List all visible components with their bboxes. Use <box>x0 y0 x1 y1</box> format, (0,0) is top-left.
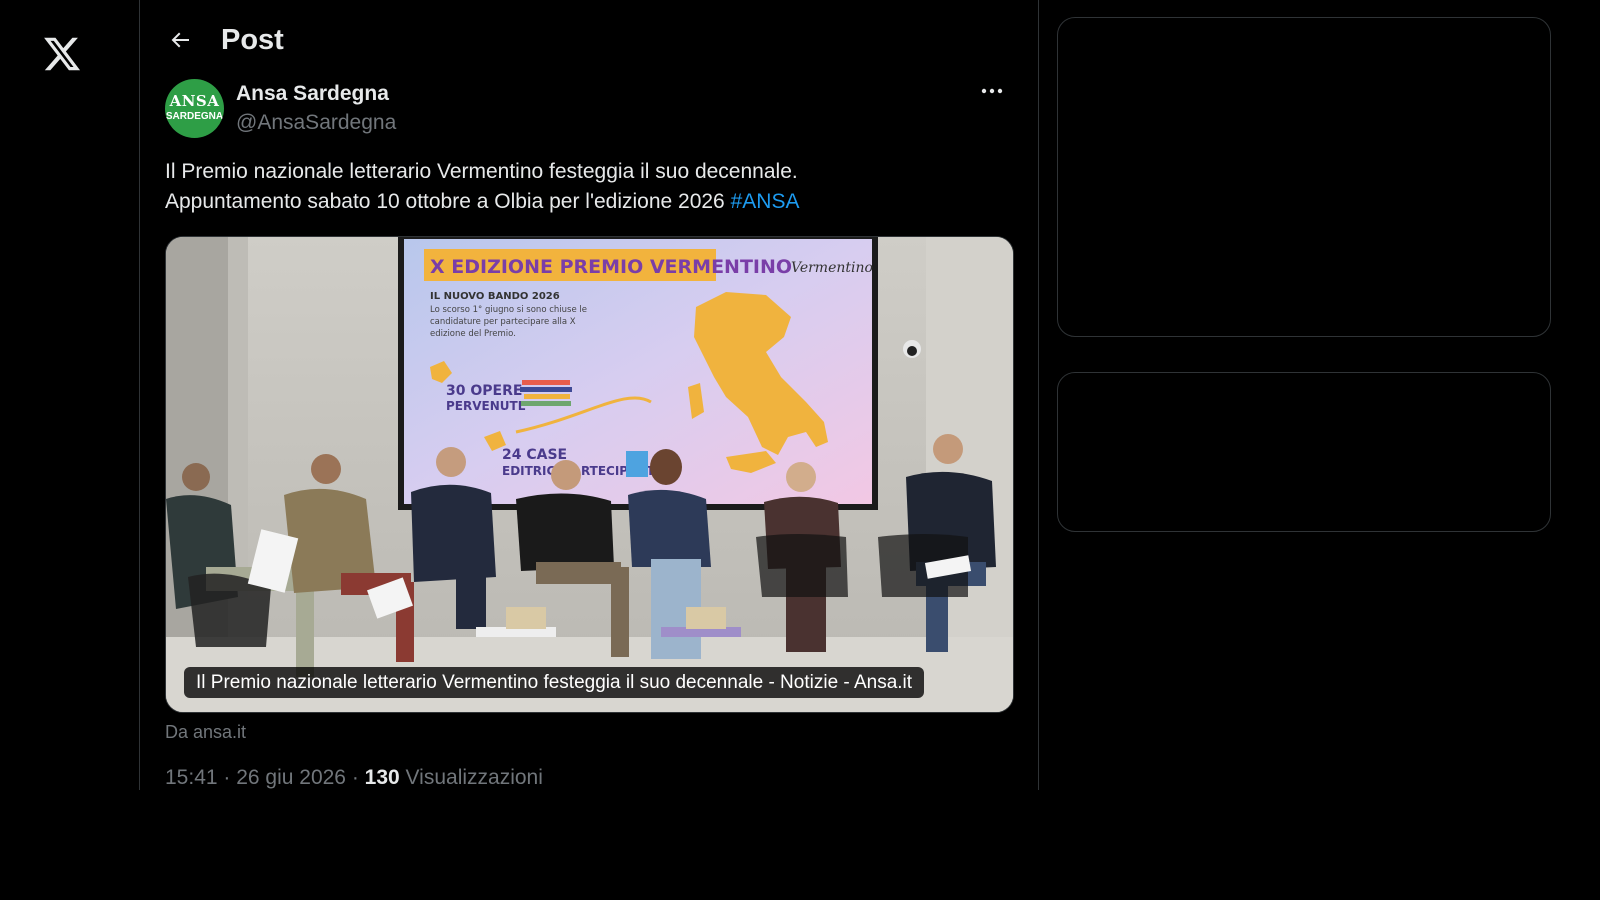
views-label: Visualizzazioni <box>399 766 543 789</box>
screen-bando-text-3: edizione del Premio. <box>430 329 516 339</box>
back-button[interactable] <box>162 22 198 58</box>
column-divider-right <box>1038 0 1039 790</box>
arrow-left-icon <box>171 32 189 48</box>
screen-case-num: 24 CASE <box>502 447 567 463</box>
post-text: Il Premio nazionale letterario Vermentin… <box>165 157 1025 217</box>
screen-opere-label: PERVENUTE <box>446 399 526 413</box>
screen-title: X EDIZIONE PREMIO VERMENTINO <box>430 256 792 278</box>
column-divider-left <box>139 0 140 790</box>
preview-caption: Il Premio nazionale letterario Vermentin… <box>184 667 925 698</box>
screen-opere-num: 30 OPERE <box>446 383 522 399</box>
preview-image: X EDIZIONE PREMIO VERMENTINO Vermentino … <box>166 237 1013 712</box>
link-source[interactable]: Da ansa.it <box>165 720 246 744</box>
link-preview-card[interactable]: X EDIZIONE PREMIO VERMENTINO Vermentino … <box>165 236 1014 713</box>
screen-bando-text-2: candidature per partecipare alla X <box>430 317 576 327</box>
post-text-line-2: Appuntamento sabato 10 ottobre a Olbia p… <box>165 187 1025 217</box>
screen-logo: Vermentino <box>791 260 873 276</box>
avatar-text-bottom: SARDEGNA <box>165 111 224 122</box>
page-title: Post <box>221 24 284 56</box>
post-timestamp[interactable]: 15:41 · 26 giu 2026 · <box>165 766 365 789</box>
screen-bando-text-1: Lo scorso 1° giugno si sono chiuse le <box>430 305 587 315</box>
post-text-line-1: Il Premio nazionale letterario Vermentin… <box>165 160 798 183</box>
sidebar-card-1 <box>1057 17 1551 337</box>
x-logo-icon[interactable] <box>36 28 88 80</box>
hashtag-link[interactable]: #ANSA <box>731 190 800 213</box>
avatar-text-top: ANSA <box>169 92 220 110</box>
author-display-name[interactable]: Ansa Sardegna <box>236 80 389 108</box>
screen-bando-title: IL NUOVO BANDO 2026 <box>430 291 560 302</box>
author-handle[interactable]: @AnsaSardegna <box>236 109 396 137</box>
sidebar-card-2 <box>1057 372 1551 532</box>
more-options-button[interactable] <box>974 78 1010 104</box>
post-meta: 15:41 · 26 giu 2026 · 130 Visualizzazion… <box>165 764 543 792</box>
post-text-line-2-body: Appuntamento sabato 10 ottobre a Olbia p… <box>165 190 725 213</box>
views-count: 130 <box>364 766 400 789</box>
avatar[interactable]: ANSA SARDEGNA <box>165 79 224 138</box>
more-horizontal-icon <box>981 88 1003 94</box>
post-header: Post <box>140 0 1038 80</box>
